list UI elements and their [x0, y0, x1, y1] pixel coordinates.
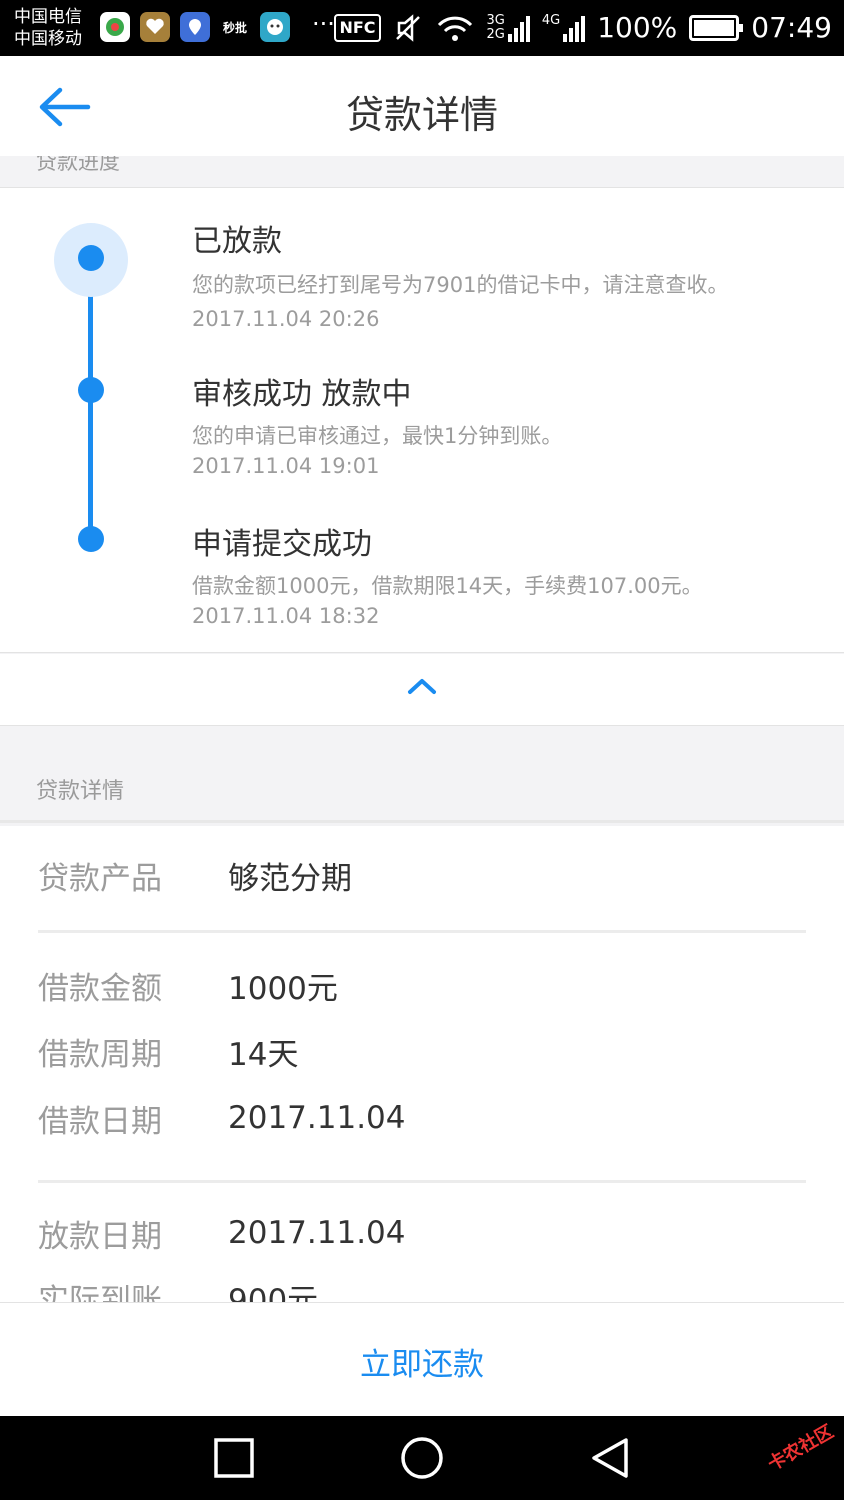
health-app-icon — [140, 12, 170, 42]
footer-bar: 立即还款 — [0, 1302, 844, 1416]
timeline-step: 申请提交成功 借款金额1000元，借款期限14天，手续费107.00元。 201… — [192, 525, 703, 631]
divider — [38, 930, 806, 933]
timeline-dot — [78, 526, 104, 552]
mute-icon — [395, 14, 420, 42]
wifi-icon — [437, 16, 472, 41]
detail-value: 够范分期 — [228, 860, 352, 897]
timeline-dot — [78, 245, 104, 271]
detail-row-amount: 借款金额 1000元 — [38, 960, 338, 1010]
more-notifications-icon: ··· — [312, 10, 335, 38]
network-3g-label: 3G — [486, 13, 505, 28]
battery-icon — [689, 15, 744, 41]
timeline-dot — [78, 377, 104, 403]
timeline-step: 审核成功 放款中 您的申请已审核通过，最快1分钟到账。 2017.11.04 1… — [192, 375, 562, 481]
details-section-header: 贷款详情 — [0, 727, 844, 823]
system-navigation-bar: 卡农社区 — [0, 1416, 844, 1500]
carrier-names: 中国电信 中国移动 — [14, 6, 82, 50]
detail-value: 900元 — [228, 1282, 319, 1303]
page-title: 贷款详情 — [345, 93, 498, 137]
chevron-up-icon — [408, 679, 436, 694]
detail-label: 实际到账 — [38, 1282, 162, 1303]
network-2g-label: 2G — [486, 27, 505, 42]
recent-apps-square-icon[interactable] — [212, 1436, 256, 1480]
home-circle-icon[interactable] — [400, 1436, 444, 1480]
miaopi-app-icon: 秒批 — [220, 12, 250, 42]
step-title: 审核成功 放款中 — [192, 377, 412, 412]
progress-section-label: 贷款进度 — [36, 156, 120, 174]
detail-label: 借款金额 — [38, 970, 162, 1007]
details-section-label: 贷款详情 — [36, 779, 125, 804]
detail-label: 贷款产品 — [38, 860, 162, 897]
detail-row-disburse-date: 放款日期 2017.11.04 — [38, 1208, 406, 1258]
loan-progress-panel: 已放款 您的款项已经打到尾号为7901的借记卡中，请注意查收。 2017.11.… — [0, 188, 844, 653]
detail-row-actual-amount: 实际到账 900元 — [38, 1272, 319, 1303]
repay-now-button[interactable]: 立即还款 — [0, 1339, 844, 1384]
step-description: 您的申请已审核通过，最快1分钟到账。 — [192, 424, 563, 448]
map-pin-app-icon — [180, 12, 210, 42]
divider — [38, 1180, 806, 1183]
step-title: 已放款 — [192, 224, 282, 259]
signal-bars-icon — [563, 14, 586, 42]
step-time: 2017.11.04 19:01 — [192, 454, 380, 478]
chat-app-icon — [260, 12, 290, 42]
battery-percent: 100% — [597, 11, 678, 44]
nfc-icon: NFC — [334, 14, 381, 42]
clock: 07:49 — [751, 11, 832, 44]
progress-section-header: 贷款进度 — [0, 156, 844, 188]
detail-value: 2017.11.04 — [228, 1215, 406, 1251]
detail-label: 借款日期 — [38, 1103, 162, 1140]
step-time: 2017.11.04 20:26 — [192, 307, 380, 331]
status-bar: 中国电信 中国移动 秒批 ··· NFC 3G 2G 4G 100% 07:49 — [0, 0, 844, 56]
detail-label: 放款日期 — [38, 1218, 162, 1255]
step-description: 借款金额1000元，借款期限14天，手续费107.00元。 — [192, 574, 703, 598]
detail-value: 2017.11.04 — [228, 1100, 406, 1136]
notification-icons: 秒批 — [100, 12, 290, 42]
signal-bars-icon — [507, 14, 530, 42]
timeline-step: 已放款 您的款项已经打到尾号为7901的借记卡中，请注意查收。 2017.11.… — [192, 222, 728, 334]
signal-3g2g: 3G 2G — [487, 14, 530, 42]
carrier-1: 中国电信 — [14, 7, 82, 27]
back-triangle-icon[interactable] — [588, 1436, 632, 1480]
loan-details-panel: 贷款产品 够范分期 借款金额 1000元 借款周期 14天 借款日期 2017.… — [0, 826, 844, 1302]
system-status: NFC 3G 2G 4G 100% 07:49 — [334, 10, 832, 46]
pin-app-icon — [100, 12, 130, 42]
step-title: 申请提交成功 — [192, 527, 372, 562]
collapse-progress-button[interactable] — [0, 654, 844, 726]
detail-row-product: 贷款产品 够范分期 — [38, 850, 352, 900]
network-4g-label: 4G — [541, 13, 561, 28]
signal-4g: 4G — [541, 13, 586, 42]
detail-row-period: 借款周期 14天 — [38, 1026, 298, 1076]
detail-row-loan-date: 借款日期 2017.11.04 — [38, 1093, 406, 1143]
navigation-bar: 贷款详情 — [0, 56, 844, 156]
carrier-2: 中国移动 — [14, 29, 82, 49]
step-description: 您的款项已经打到尾号为7901的借记卡中，请注意查收。 — [192, 273, 729, 297]
detail-label: 借款周期 — [38, 1036, 162, 1073]
step-time: 2017.11.04 18:32 — [192, 604, 380, 628]
detail-value: 14天 — [228, 1036, 299, 1073]
detail-value: 1000元 — [228, 970, 338, 1007]
watermark: 卡农社区 — [764, 1421, 838, 1476]
